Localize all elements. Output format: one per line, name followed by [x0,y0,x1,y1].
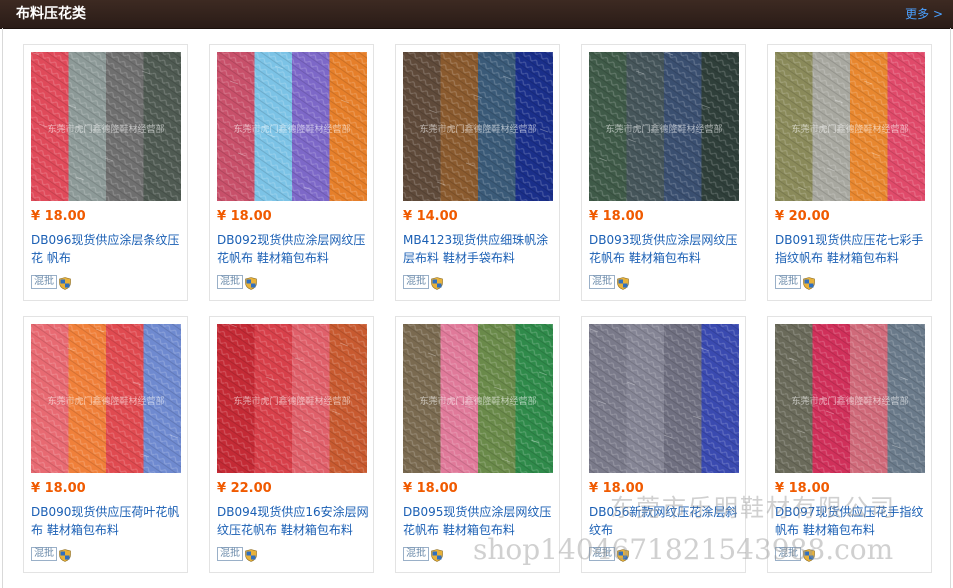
product-price: ¥ 22.00 [217,481,272,496]
shield-icon[interactable] [59,275,71,290]
shield-icon[interactable] [59,547,71,562]
product-price: ¥ 18.00 [31,481,86,496]
product-image[interactable]: 东莞市虎门鑫德隆鞋材经营部 [589,52,739,201]
product-card[interactable]: 东莞市虎门鑫德隆鞋材经营部 ¥ 20.00 DB091现货供应压花七彩手指纹帆布 鞋… [767,44,932,301]
mixed-batch-badge[interactable]: 混批 [31,275,57,289]
shield-icon[interactable] [431,275,443,290]
product-badges: 混批 [31,275,71,290]
product-price: ¥ 18.00 [775,481,830,496]
shield-icon[interactable] [617,547,629,562]
product-card[interactable]: 东莞市虎门鑫德隆鞋材经营部 ¥ 18.00 DB090现货供应压荷叶花帆布 鞋材箱包… [23,316,188,573]
product-image[interactable]: 东莞市虎门鑫德隆鞋材经营部 [217,52,367,201]
product-image[interactable]: 东莞市虎门鑫德隆鞋材经营部 [31,324,181,473]
product-card[interactable]: 东莞市虎门鑫德隆鞋材经营部 ¥ 22.00 DB094现货供应16安涂层网纹压花帆布… [209,316,374,573]
product-price: ¥ 18.00 [589,481,644,496]
product-badges: 混批 [31,547,71,562]
shield-icon[interactable] [803,547,815,562]
product-name-link[interactable]: DB091现货供应压花七彩手指纹帆布 鞋材箱包布料 [775,231,927,267]
product-card[interactable]: 东莞市虎门鑫德隆鞋材经营部 ¥ 14.00 MB4123现货供应细珠帆涂层布料 鞋材… [395,44,560,301]
mixed-batch-badge[interactable]: 混批 [775,547,801,561]
product-image[interactable]: 东莞市虎门鑫德隆鞋材经营部 [403,52,553,201]
mixed-batch-badge[interactable]: 混批 [217,275,243,289]
product-badges: 混批 [403,547,443,562]
mixed-batch-badge[interactable]: 混批 [217,547,243,561]
product-price: ¥ 14.00 [403,209,458,224]
product-badges: 混批 [775,275,815,290]
section-header: 布料压花类 更多 > [0,0,953,29]
product-badges: 混批 [589,275,629,290]
product-price: ¥ 20.00 [775,209,830,224]
section-title: 布料压花类 [16,6,86,22]
product-badges: 混批 [589,547,629,562]
image-watermark-text: 东莞市虎门鑫德隆鞋材经营部 [47,125,165,135]
mixed-batch-badge[interactable]: 混批 [403,547,429,561]
mixed-batch-badge[interactable]: 混批 [775,275,801,289]
product-name-link[interactable]: DB096现货供应涂层条纹压花 帆布 [31,231,183,267]
product-price: ¥ 18.00 [217,209,272,224]
shield-icon[interactable] [431,547,443,562]
image-watermark-text: 东莞市虎门鑫德隆鞋材经营部 [605,125,723,135]
product-image[interactable]: 东莞市虎门鑫德隆鞋材经营部 [31,52,181,201]
product-image[interactable]: 东莞市虎门鑫德隆鞋材经营部 [403,324,553,473]
image-watermark-text: 东莞市虎门鑫德隆鞋材经营部 [791,125,909,135]
product-price: ¥ 18.00 [589,209,644,224]
product-image[interactable]: 东莞市虎门鑫德隆鞋材经营部 [775,324,925,473]
product-name-link[interactable]: DB093现货供应涂层网纹压花帆布 鞋材箱包布料 [589,231,741,267]
more-link[interactable]: 更多 > [905,7,943,21]
product-image[interactable]: 东莞市虎门鑫德隆鞋材经营部 [217,324,367,473]
product-badges: 混批 [775,547,815,562]
image-watermark-text: 东莞市虎门鑫德隆鞋材经营部 [791,397,909,407]
product-badges: 混批 [403,275,443,290]
shield-icon[interactable] [803,275,815,290]
product-grid: 东莞市虎门鑫德隆鞋材经营部 ¥ 18.00 DB096现货供应涂层条纹压花 帆布混批… [2,28,951,588]
product-name-link[interactable]: DB095现货供应涂层网纹压花帆布 鞋材箱包布料 [403,503,555,539]
product-card[interactable]: 东莞市虎门鑫德隆鞋材经营部 ¥ 18.00 DB092现货供应涂层网纹压花帆布 鞋材… [209,44,374,301]
product-card[interactable]: 东莞市虎门鑫德隆鞋材经营部 ¥ 18.00 DB096现货供应涂层条纹压花 帆布混批 [23,44,188,301]
product-name-link[interactable]: DB097现货供应压花手指纹帆布 鞋材箱包布料 [775,503,927,539]
product-badges: 混批 [217,547,257,562]
mixed-batch-badge[interactable]: 混批 [31,547,57,561]
product-card[interactable]: 东莞市虎门鑫德隆鞋材经营部 ¥ 18.00 DB093现货供应涂层网纹压花帆布 鞋材… [581,44,746,301]
product-card[interactable]: 东莞市虎门鑫德隆鞋材经营部 ¥ 18.00 DB097现货供应压花手指纹帆布 鞋材箱… [767,316,932,573]
product-price: ¥ 18.00 [31,209,86,224]
product-name-link[interactable]: DB056新款网纹压花涂层斜纹布 [589,503,741,539]
product-name-link[interactable]: MB4123现货供应细珠帆涂层布料 鞋材手袋布料 [403,231,555,267]
product-image[interactable] [589,324,739,473]
product-badges: 混批 [217,275,257,290]
shield-icon[interactable] [245,275,257,290]
image-watermark-text: 东莞市虎门鑫德隆鞋材经营部 [233,397,351,407]
mixed-batch-badge[interactable]: 混批 [403,275,429,289]
shield-icon[interactable] [245,547,257,562]
product-name-link[interactable]: DB094现货供应16安涂层网纹压花帆布 鞋材箱包布料 [217,503,369,539]
mixed-batch-badge[interactable]: 混批 [589,275,615,289]
image-watermark-text: 东莞市虎门鑫德隆鞋材经营部 [419,125,537,135]
product-image[interactable]: 东莞市虎门鑫德隆鞋材经营部 [775,52,925,201]
product-name-link[interactable]: DB090现货供应压荷叶花帆布 鞋材箱包布料 [31,503,183,539]
shield-icon[interactable] [617,275,629,290]
product-card[interactable]: ¥ 18.00 DB056新款网纹压花涂层斜纹布混批 [581,316,746,573]
product-card[interactable]: 东莞市虎门鑫德隆鞋材经营部 ¥ 18.00 DB095现货供应涂层网纹压花帆布 鞋材… [395,316,560,573]
image-watermark-text: 东莞市虎门鑫德隆鞋材经营部 [47,397,165,407]
mixed-batch-badge[interactable]: 混批 [589,547,615,561]
image-watermark-text: 东莞市虎门鑫德隆鞋材经营部 [419,397,537,407]
product-price: ¥ 18.00 [403,481,458,496]
image-watermark-text: 东莞市虎门鑫德隆鞋材经营部 [233,125,351,135]
product-name-link[interactable]: DB092现货供应涂层网纹压花帆布 鞋材箱包布料 [217,231,369,267]
